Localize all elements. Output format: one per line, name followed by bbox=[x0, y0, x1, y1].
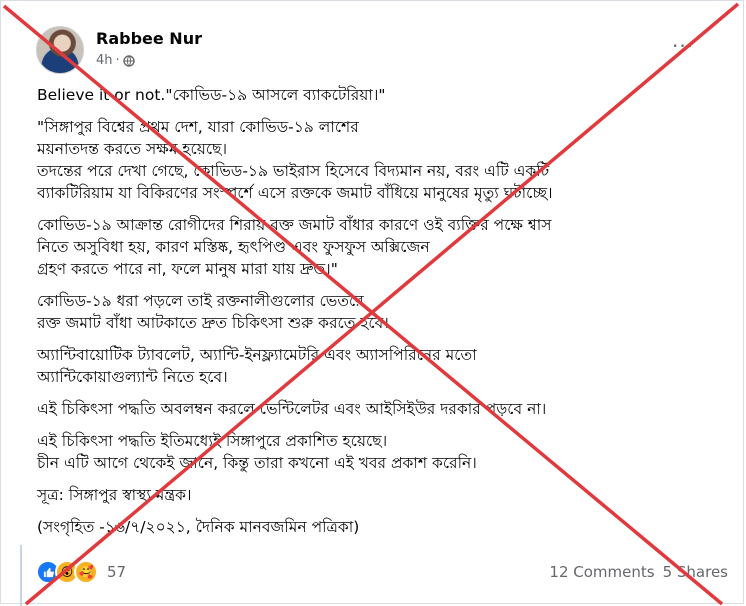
post-text-line: (সংগৃহিত -১৬/৭/২০২১, দৈনিক মানবজমিন পত্র… bbox=[37, 518, 360, 536]
post-paragraph: কোভিড-১৯ ধরা পড়লে তাই রক্তনালীগুলোর ভেত… bbox=[37, 290, 737, 334]
globe-icon bbox=[122, 54, 135, 67]
comments-count[interactable]: 12 Comments bbox=[549, 563, 654, 581]
post-time[interactable]: 4h bbox=[96, 53, 113, 68]
post-paragraph: (সংগৃহিত -১৬/৭/২০২১, দৈনিক মানবজমিন পত্র… bbox=[37, 516, 737, 538]
post-paragraph: সূত্র: সিঙ্গাপুর স্বাস্থ্য মন্ত্রক। bbox=[37, 484, 737, 506]
post-text-line: গ্রহণ করতে পারে না, ফলে মানুষ মারা যায় … bbox=[37, 260, 338, 278]
post-text-line: অ্যান্টিকোয়াগুল্যান্ট নিতে হবে। bbox=[37, 368, 228, 386]
post-text-line: চীন এটি আগে থেকেই জানে, কিন্তু তারা কখনো… bbox=[37, 454, 477, 472]
post-stats: 12 Comments 5 Shares bbox=[549, 563, 728, 581]
post-body: Believe it or not."কোভিড-১৯ আসলে ব্যাকটে… bbox=[37, 84, 737, 548]
avatar[interactable] bbox=[36, 26, 84, 74]
post-paragraph: Believe it or not."কোভিড-১৯ আসলে ব্যাকটে… bbox=[37, 84, 737, 106]
post-text-line: কোভিড-১৯ আক্রান্ত রোগীদের শিরায় রক্ত জম… bbox=[37, 216, 552, 234]
post-text-line: তদন্তের পরে দেখা গেছে, কোভিড-১৯ ভাইরাস হ… bbox=[37, 162, 550, 180]
post-text-line: অ্যান্টিবায়োটিক ট্যাবলেট, অ্যান্টি-ইনফ্… bbox=[37, 346, 477, 364]
reactions[interactable]: 😮 🥰 57 bbox=[36, 560, 126, 584]
more-options-icon[interactable]: ··· bbox=[672, 34, 694, 58]
post-text-line: Believe it or not."কোভিড-১৯ আসলে ব্যাকটে… bbox=[37, 86, 386, 104]
post-text-line: রক্ত জমাট বাঁধা আটকাতে দ্রুত চিকিৎসা শুর… bbox=[37, 314, 389, 332]
post-footer: 😮 🥰 57 12 Comments 5 Shares bbox=[36, 558, 736, 586]
post-text-line: "সিঙ্গাপুর বিশ্বের প্রথম দেশ, যারা কোভিড… bbox=[37, 118, 359, 136]
post-text-line: এই চিকিৎসা পদ্ধতি ইতিমধ্যেই সিঙ্গাপুরে প… bbox=[37, 432, 388, 450]
post-paragraph: কোভিড-১৯ আক্রান্ত রোগীদের শিরায় রক্ত জম… bbox=[37, 214, 737, 280]
post-paragraph: "সিঙ্গাপুর বিশ্বের প্রথম দেশ, যারা কোভিড… bbox=[37, 116, 737, 204]
post-text-line: ব্যাকটিরিয়াম যা বিকিরণের সংস্পর্শে এসে … bbox=[37, 184, 553, 202]
post-text-line: ময়নাতদন্ত করতে সক্ষম হয়েছে। bbox=[37, 140, 228, 158]
shares-count[interactable]: 5 Shares bbox=[663, 563, 728, 581]
reaction-count[interactable]: 57 bbox=[107, 563, 126, 581]
care-icon: 🥰 bbox=[74, 560, 98, 584]
post-text-line: নিতে অসুবিধা হয়, কারণ মস্তিষ্ক, হৃৎপিণ্… bbox=[37, 238, 430, 256]
post-text-line: সূত্র: সিঙ্গাপুর স্বাস্থ্য মন্ত্রক। bbox=[37, 486, 192, 504]
post-meta: 4h · bbox=[96, 53, 135, 68]
left-divider bbox=[20, 545, 22, 606]
post-text-line: কোভিড-১৯ ধরা পড়লে তাই রক্তনালীগুলোর ভেত… bbox=[37, 292, 364, 310]
post-paragraph: এই চিকিৎসা পদ্ধতি অবলম্বন করলে ভেন্টিলেট… bbox=[37, 398, 737, 420]
post-paragraph: এই চিকিৎসা পদ্ধতি ইতিমধ্যেই সিঙ্গাপুরে প… bbox=[37, 430, 737, 474]
post-paragraph: অ্যান্টিবায়োটিক ট্যাবলেট, অ্যান্টি-ইনফ্… bbox=[37, 344, 737, 388]
post-text-line: এই চিকিৎসা পদ্ধতি অবলম্বন করলে ভেন্টিলেট… bbox=[37, 400, 547, 418]
author-name[interactable]: Rabbee Nur bbox=[96, 29, 202, 48]
